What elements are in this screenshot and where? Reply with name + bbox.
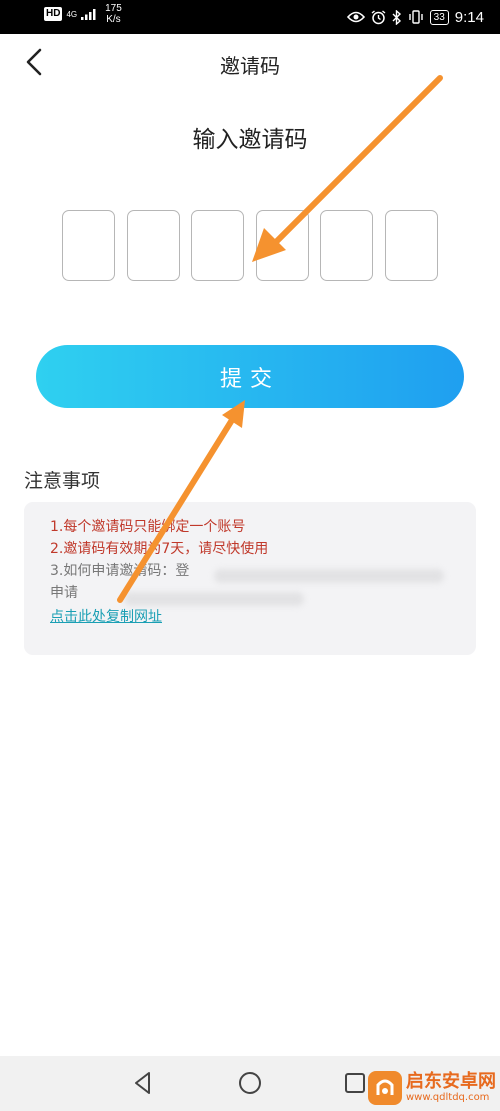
blurred-text bbox=[124, 592, 304, 606]
page-title: 邀请码 bbox=[220, 54, 280, 78]
copy-url-link[interactable]: 点击此处复制网址 bbox=[50, 606, 450, 628]
code-digit-2[interactable] bbox=[126, 210, 180, 281]
blurred-text bbox=[214, 569, 444, 583]
code-digit-5[interactable] bbox=[320, 210, 374, 281]
watermark-text: 启东安卓网 www.qdltdq.com bbox=[406, 1072, 496, 1104]
main-content: 输入邀请码 提交 注意事项 1.每个邀请码只能绑定一个账号 2.邀请码有效期为7… bbox=[0, 90, 500, 1056]
watermark-url: www.qdltdq.com bbox=[406, 1092, 490, 1103]
status-bar: HD 4G 175 K/s 33 9:14 bbox=[0, 0, 500, 34]
net-speed: 175 K/s bbox=[105, 3, 122, 25]
hd-badge: HD bbox=[44, 7, 63, 21]
navigation-bar: 启东安卓网 www.qdltdq.com bbox=[0, 1056, 500, 1111]
code-digit-4[interactable] bbox=[255, 210, 309, 281]
invite-code-input[interactable] bbox=[62, 210, 438, 281]
battery-icon: 33 bbox=[429, 9, 449, 25]
status-left: HD 4G 175 K/s bbox=[44, 3, 122, 25]
nav-back-icon[interactable] bbox=[128, 1068, 158, 1098]
watermark-logo-icon bbox=[368, 1071, 402, 1105]
nav-recents-icon[interactable] bbox=[340, 1068, 370, 1098]
eye-icon bbox=[346, 11, 365, 23]
notice-card: 1.每个邀请码只能绑定一个账号 2.邀请码有效期为7天，请尽快使用 3.如何申请… bbox=[24, 502, 476, 655]
watermark: 启东安卓网 www.qdltdq.com bbox=[368, 1071, 496, 1105]
status-right: 33 9:14 bbox=[346, 0, 484, 34]
code-digit-1[interactable] bbox=[62, 210, 115, 281]
alarm-icon bbox=[371, 9, 386, 24]
code-digit-3[interactable] bbox=[191, 210, 245, 281]
code-heading: 输入邀请码 bbox=[192, 127, 308, 153]
submit-button[interactable]: 提交 bbox=[36, 345, 464, 408]
code-digit-6[interactable] bbox=[384, 210, 438, 281]
notice-title: 注意事项 bbox=[24, 470, 101, 492]
watermark-name: 启东安卓网 bbox=[406, 1071, 496, 1092]
vibrate-icon bbox=[408, 10, 423, 24]
nav-home-icon[interactable] bbox=[235, 1068, 265, 1098]
signal-icon bbox=[81, 9, 96, 20]
clock: 9:14 bbox=[454, 8, 484, 26]
top-bar: 邀请码 bbox=[0, 34, 500, 90]
notice-line-1: 1.每个邀请码只能绑定一个账号 bbox=[50, 519, 246, 535]
bluetooth-icon bbox=[392, 9, 401, 25]
network-type: 4G bbox=[66, 9, 78, 19]
notice-line-2: 2.邀请码有效期为7天，请尽快使用 bbox=[50, 541, 269, 557]
